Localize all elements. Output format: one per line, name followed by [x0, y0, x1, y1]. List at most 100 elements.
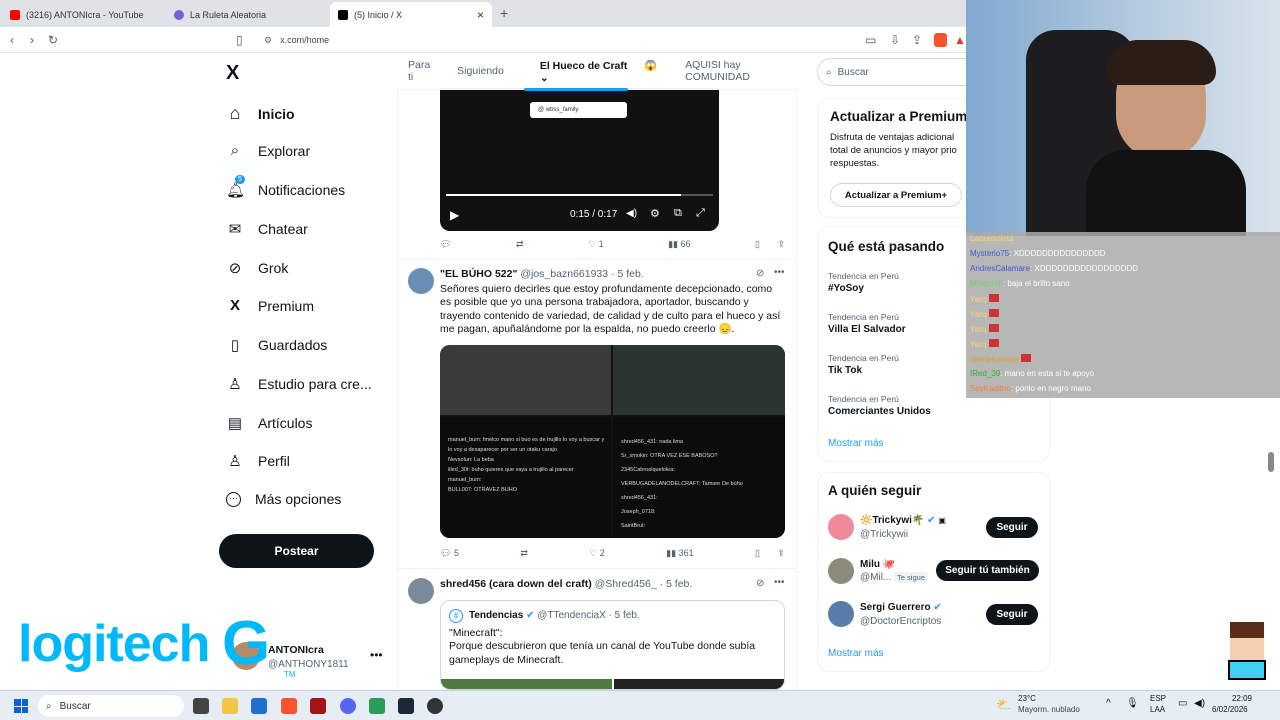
- avatar[interactable]: [828, 558, 854, 584]
- tweet-author[interactable]: shred456 (cara down del craft): [440, 578, 592, 590]
- tray-chevron-icon[interactable]: ^: [1106, 698, 1111, 709]
- views-button[interactable]: ▮▮ 66: [668, 239, 690, 250]
- volume-icon[interactable]: ◀): [1194, 698, 1205, 709]
- app-icon[interactable]: [310, 698, 326, 714]
- grok-icon[interactable]: ⊘: [756, 578, 764, 589]
- fullscreen-icon[interactable]: ⤢: [696, 207, 705, 220]
- retweet-icon[interactable]: ⇄: [516, 239, 524, 250]
- avatar[interactable]: [828, 601, 854, 627]
- tweet-author[interactable]: "EL BÚHO 522": [440, 268, 517, 280]
- bookmark-icon[interactable]: ▯: [755, 239, 760, 250]
- settings-icon[interactable]: ⚙: [650, 207, 660, 220]
- tab-el-hueco-de-craft[interactable]: El Hueco de Craft 😱 ⌄: [529, 59, 660, 84]
- tab-siguiendo[interactable]: Siguiendo: [457, 65, 504, 77]
- views-button[interactable]: ▮▮ 361: [666, 548, 693, 559]
- reply-button[interactable]: 💬︎ 5: [440, 548, 459, 559]
- network-icon[interactable]: ▭: [1178, 698, 1187, 709]
- trend-item[interactable]: Tendencia en Perú Tik Tok: [828, 353, 899, 376]
- tweet-handle[interactable]: @Shred456_: [595, 578, 657, 590]
- avatar[interactable]: [828, 514, 854, 540]
- weather-icon[interactable]: ⛅: [996, 697, 1012, 713]
- follow-name[interactable]: Sergi Guerrero: [860, 602, 931, 613]
- reload-icon[interactable]: ↻: [48, 33, 58, 47]
- avatar[interactable]: [408, 268, 434, 294]
- grok-icon[interactable]: ⊘: [756, 268, 764, 279]
- forward-icon[interactable]: ›: [30, 33, 34, 47]
- share-icon[interactable]: ⇪: [777, 239, 785, 250]
- close-tab-icon[interactable]: ×: [477, 8, 484, 22]
- brave-icon[interactable]: [281, 698, 297, 714]
- follow-name[interactable]: 🔆Trickywi🌴: [860, 515, 924, 526]
- volume-icon[interactable]: ◀): [626, 208, 637, 219]
- nav-item-notificaciones[interactable]: 🔔︎ 5 Notificaciones: [226, 175, 345, 199]
- tab-aquisi[interactable]: AQUISI hay COMUNIDAD: [685, 59, 783, 83]
- taskbar-search[interactable]: ⌕ Buscar: [38, 695, 184, 717]
- clock-time[interactable]: 22:09: [1228, 694, 1252, 703]
- obs-icon[interactable]: [427, 698, 443, 714]
- microphone-icon[interactable]: 🎙︎: [1126, 698, 1139, 709]
- pip-icon[interactable]: ⧉: [674, 207, 682, 220]
- more-icon[interactable]: •••: [774, 577, 785, 588]
- nav-item-premium[interactable]: X Premium: [226, 297, 314, 314]
- tweet-handle[interactable]: @jos_bazn661933: [520, 268, 608, 280]
- play-icon[interactable]: ▶: [450, 208, 459, 222]
- tab-youtube[interactable]: (3216) ANTONIcra - YouTube: [2, 2, 164, 27]
- tweet-date[interactable]: · 5 feb.: [611, 268, 644, 280]
- tab-ruleta[interactable]: La Ruleta Aleatoria: [166, 2, 328, 27]
- tab-para-ti[interactable]: Para ti: [408, 59, 432, 83]
- nav-item-explorar[interactable]: ⌕ Explorar: [226, 142, 310, 159]
- follow-name[interactable]: Milu 🐙: [860, 559, 895, 570]
- more-icon[interactable]: •••: [774, 267, 785, 278]
- nav-item-guardados[interactable]: ▯ Guardados: [226, 336, 327, 354]
- x-logo[interactable]: X: [226, 62, 239, 85]
- follow-button[interactable]: Seguir: [986, 604, 1038, 625]
- nav-item-articulos[interactable]: ▤ Artículos: [226, 414, 313, 432]
- video-player[interactable]: @ wbss_family ▶ 0:15 / 0:17 ◀) ⚙ ⧉ ⤢: [440, 88, 719, 231]
- premium-button[interactable]: Actualizar a Premium+: [830, 183, 962, 207]
- file-explorer-icon[interactable]: [222, 698, 238, 714]
- nav-item-mas-opciones[interactable]: ⋯ Más opciones: [226, 491, 341, 507]
- brave-shield-icon[interactable]: [934, 33, 947, 47]
- trend-item[interactable]: Tendencia en Perú #YoSoy: [828, 271, 899, 294]
- post-button[interactable]: Postear: [219, 534, 374, 568]
- trend-item[interactable]: Tendencia en Perú Villa El Salvador: [828, 312, 906, 335]
- tweet-date[interactable]: · 5 feb.: [660, 578, 693, 590]
- new-tab-button[interactable]: +: [500, 5, 508, 21]
- scrollbar-thumb[interactable]: [1268, 452, 1274, 472]
- download-icon[interactable]: ⇩: [890, 33, 900, 47]
- store-icon[interactable]: [251, 698, 267, 714]
- nav-item-perfil[interactable]: ♙ Perfil: [226, 452, 290, 470]
- show-more-link[interactable]: Mostrar más: [828, 438, 884, 449]
- video-progress-track[interactable]: [446, 194, 713, 196]
- url-field[interactable]: ⚙ x.com/home: [258, 31, 858, 49]
- app-icon[interactable]: [369, 698, 385, 714]
- reply-icon[interactable]: 💬︎: [440, 239, 451, 250]
- quoted-tweet[interactable]: # Tendencias ✔ @TTendenciaX · 5 feb. "Mi…: [440, 600, 785, 690]
- cast-icon[interactable]: ▭: [865, 33, 876, 47]
- search-input[interactable]: ⌕ Buscar: [817, 58, 977, 86]
- avatar[interactable]: [408, 578, 434, 604]
- like-button[interactable]: ♡ 1: [588, 239, 604, 250]
- task-view-icon[interactable]: [193, 698, 209, 714]
- share-icon[interactable]: ⇪: [777, 548, 785, 559]
- site-info-icon[interactable]: ⚙: [264, 35, 272, 46]
- retweet-icon[interactable]: ⇄: [520, 548, 528, 559]
- bookmark-page-icon[interactable]: ▯: [236, 33, 243, 47]
- trend-item[interactable]: Tendencia en Perú Comerciantes Unidos: [828, 394, 931, 417]
- nav-item-grok[interactable]: ⊘ Grok: [226, 259, 289, 277]
- tab-x-home[interactable]: (5) Inicio / X ×: [330, 2, 492, 27]
- back-icon[interactable]: ‹: [10, 33, 14, 47]
- language-1[interactable]: ESP: [1150, 694, 1166, 703]
- steam-icon[interactable]: [398, 698, 414, 714]
- nav-item-inicio[interactable]: ⌂ Inicio: [226, 103, 295, 124]
- bookmark-icon[interactable]: ▯: [755, 548, 760, 559]
- nav-item-chatear[interactable]: ✉ Chatear: [226, 220, 308, 238]
- show-more-link[interactable]: Mostrar más: [828, 648, 884, 659]
- follow-back-button[interactable]: Seguir tú también: [936, 560, 1039, 581]
- account-more-icon[interactable]: •••: [370, 648, 383, 662]
- nav-item-estudio[interactable]: ♙ Estudio para cre...: [226, 375, 371, 393]
- tweet-media[interactable]: manuel_bum: fmelco mano si buo es de tru…: [440, 345, 785, 538]
- rewards-icon[interactable]: ▲: [954, 33, 966, 47]
- discord-icon[interactable]: [340, 698, 356, 714]
- follow-button[interactable]: Seguir: [986, 517, 1038, 538]
